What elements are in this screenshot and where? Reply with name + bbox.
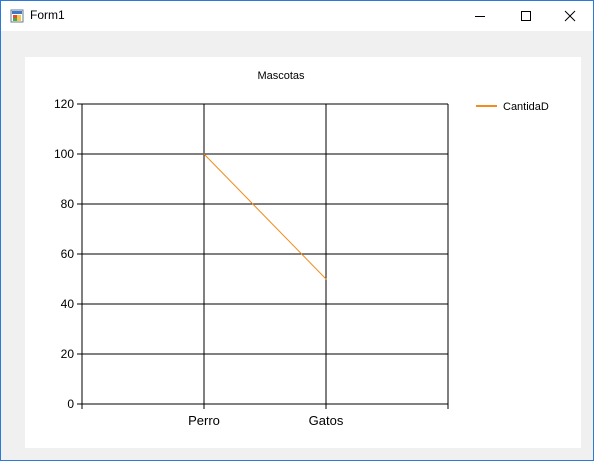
chart-control[interactable]: Mascotas 0 20 40 60 80 100 120 Perro Gatos Cantida…	[25, 57, 581, 448]
minimize-button[interactable]	[457, 1, 503, 31]
y-tick-label: 80	[61, 197, 75, 211]
y-tick-label: 0	[67, 397, 74, 411]
data-point	[325, 278, 327, 280]
x-tick-label: Gatos	[309, 413, 344, 428]
y-tick-label: 20	[61, 347, 75, 361]
y-tick-label: 60	[61, 247, 75, 261]
chart-title: Mascotas	[257, 70, 305, 82]
minimize-icon	[475, 16, 485, 17]
series-line	[203, 153, 327, 280]
y-tick-label: 40	[61, 297, 75, 311]
window: Form1 Mascotas 0 20 40 60 80 100 120 Perro Gatos C…	[0, 0, 594, 461]
title-bar[interactable]: Form1	[1, 1, 593, 31]
close-button[interactable]	[547, 1, 593, 31]
y-tick-label: 120	[54, 97, 74, 111]
y-tick-label: 100	[54, 147, 74, 161]
close-icon	[564, 10, 576, 22]
maximize-icon	[521, 11, 531, 21]
form-client-area: Mascotas 0 20 40 60 80 100 120 Perro Gatos Cantida…	[1, 31, 593, 460]
x-tick-label: Perro	[188, 413, 220, 428]
data-point	[203, 153, 205, 155]
window-title: Form1	[30, 8, 65, 22]
app-icon	[10, 9, 24, 23]
maximize-button[interactable]	[503, 1, 549, 31]
legend-label: CantidaD	[503, 101, 549, 113]
line-chart: Mascotas 0 20 40 60 80 100 120 Perro Gatos Cantida…	[54, 70, 549, 428]
